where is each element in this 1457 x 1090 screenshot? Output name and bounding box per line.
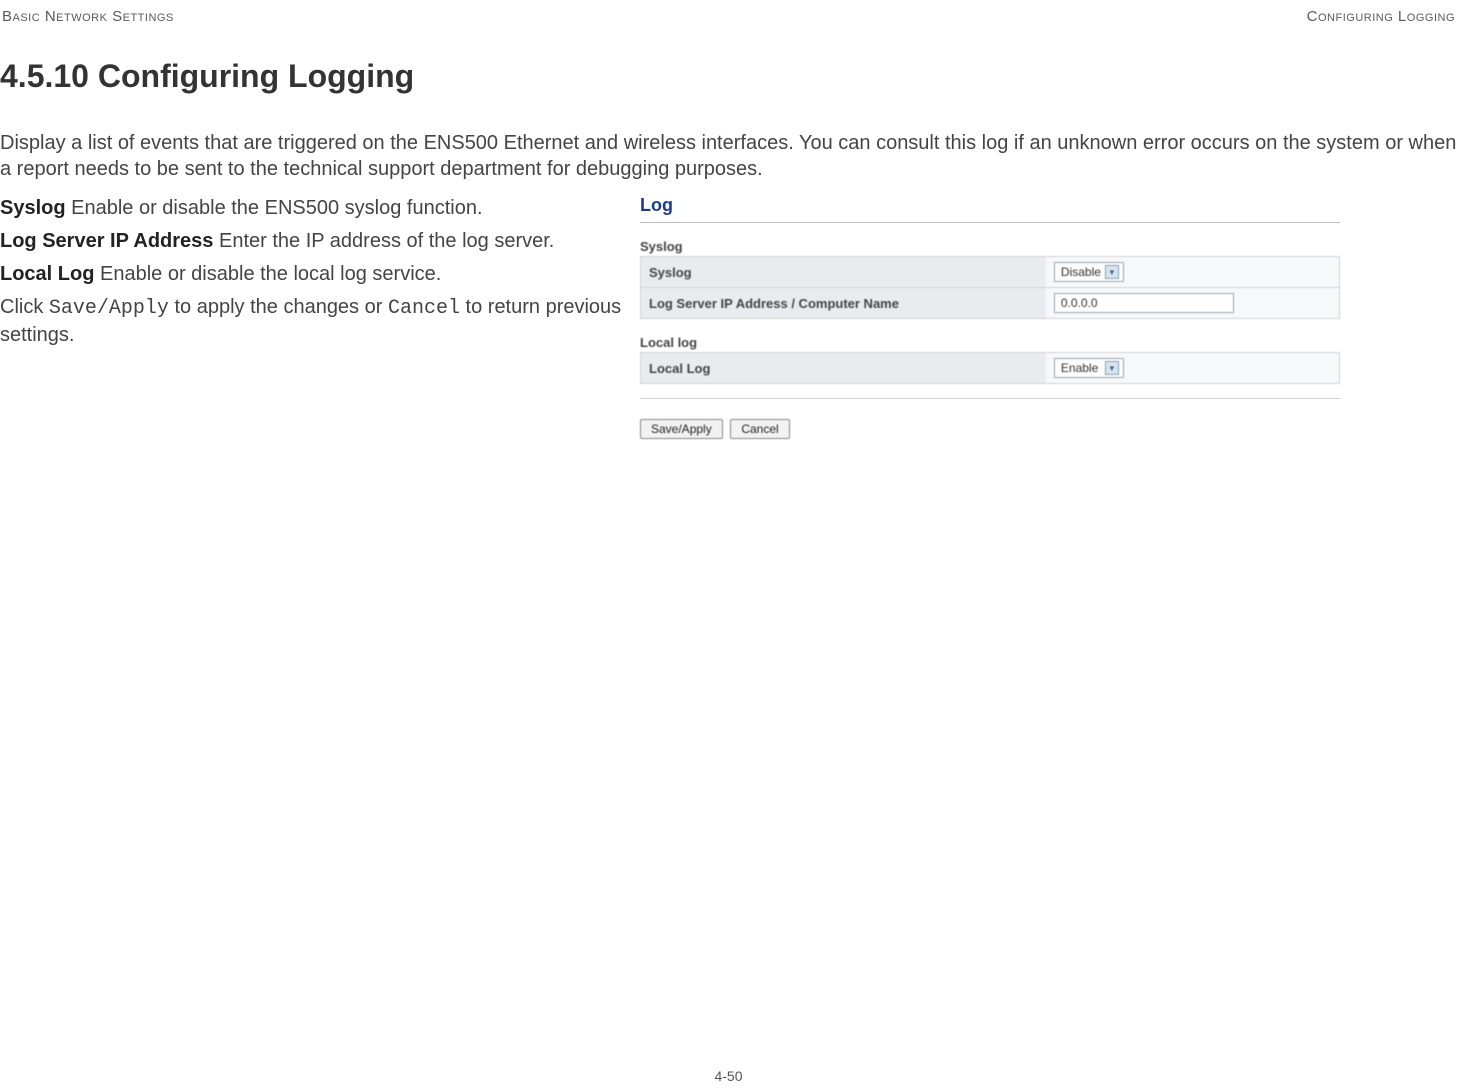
- label-logserver-ip: Log Server IP Address / Computer Name: [641, 288, 1046, 319]
- save-apply-button[interactable]: Save/Apply: [640, 419, 723, 439]
- action-cancel: Cancel: [388, 297, 460, 320]
- desc-syslog: Enable or disable the ENS500 syslog func…: [66, 197, 483, 219]
- locallog-table: Local Log Enable ▾: [640, 352, 1340, 384]
- def-locallog: Local Log Enable or disable the local lo…: [0, 261, 640, 288]
- section-heading: 4.5.10 Configuring Logging: [0, 58, 414, 95]
- label-syslog: Syslog: [641, 257, 1046, 288]
- row-syslog: Syslog Disable ▾: [641, 257, 1340, 288]
- config-screenshot: Log Syslog Syslog Disable ▾ Log Server I…: [640, 195, 1340, 439]
- syslog-select-value: Disable: [1061, 265, 1101, 279]
- running-header-left: Basic Network Settings: [2, 8, 174, 25]
- syslog-table: Syslog Disable ▾ Log Server IP Address /…: [640, 256, 1340, 319]
- locallog-select-value: Enable: [1061, 361, 1098, 375]
- divider: [640, 398, 1340, 399]
- value-locallog-cell: Enable ▾: [1046, 353, 1340, 384]
- syslog-heading: Syslog: [640, 239, 1340, 254]
- value-syslog-cell: Disable ▾: [1046, 257, 1340, 288]
- def-syslog: Syslog Enable or disable the ENS500 sysl…: [0, 195, 640, 222]
- label-locallog: Local Log: [641, 353, 1046, 384]
- logserver-ip-input[interactable]: 0.0.0.0: [1054, 293, 1234, 313]
- term-locallog: Local Log: [0, 263, 94, 285]
- row-logserver-ip: Log Server IP Address / Computer Name 0.…: [641, 288, 1340, 319]
- intro-paragraph: Display a list of events that are trigge…: [0, 130, 1457, 182]
- def-action: Click Save/Apply to apply the changes or…: [0, 294, 640, 349]
- value-logserver-ip-cell: 0.0.0.0: [1046, 288, 1340, 319]
- definitions-block: Syslog Enable or disable the ENS500 sysl…: [0, 195, 640, 355]
- chevron-down-icon: ▾: [1105, 265, 1119, 279]
- divider: [640, 222, 1340, 223]
- button-row: Save/Apply Cancel: [640, 419, 1340, 439]
- page-number: 4-50: [714, 1068, 742, 1084]
- panel-title: Log: [640, 195, 1340, 220]
- desc-logserver: Enter the IP address of the log server.: [213, 230, 554, 252]
- term-logserver: Log Server IP Address: [0, 230, 213, 252]
- action-pre: Click: [0, 296, 49, 318]
- syslog-select[interactable]: Disable ▾: [1054, 262, 1124, 282]
- action-save: Save/Apply: [49, 297, 169, 320]
- locallog-heading: Local log: [640, 335, 1340, 350]
- row-locallog: Local Log Enable ▾: [641, 353, 1340, 384]
- chevron-down-icon: ▾: [1105, 361, 1119, 375]
- running-header-right: Configuring Logging: [1307, 8, 1455, 25]
- locallog-select[interactable]: Enable ▾: [1054, 358, 1124, 378]
- desc-locallog: Enable or disable the local log service.: [94, 263, 441, 285]
- cancel-button[interactable]: Cancel: [730, 419, 789, 439]
- def-logserver: Log Server IP Address Enter the IP addre…: [0, 228, 640, 255]
- term-syslog: Syslog: [0, 197, 66, 219]
- action-mid: to apply the changes or: [169, 296, 388, 318]
